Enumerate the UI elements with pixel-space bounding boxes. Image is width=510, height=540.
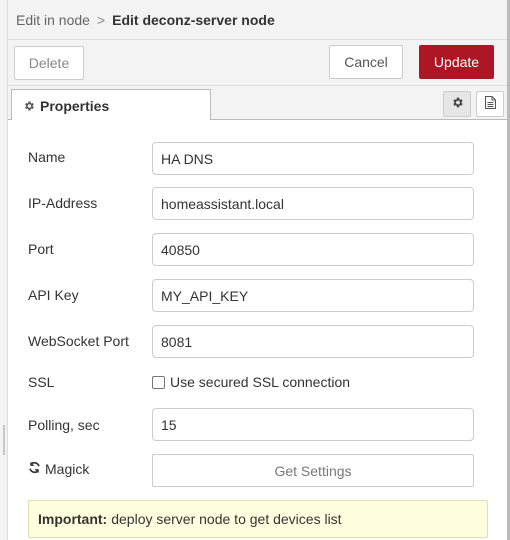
- ssl-checkbox[interactable]: [152, 375, 165, 389]
- port-input[interactable]: 40850: [152, 233, 474, 266]
- notice-text: deploy server node to get devices list: [111, 511, 342, 527]
- tab-bar: Properties: [8, 86, 507, 121]
- breadcrumb-separator: >: [96, 11, 106, 28]
- websocket-port-label: WebSocket Port: [28, 333, 129, 349]
- breadcrumb-parent[interactable]: Edit in node: [16, 12, 90, 28]
- settings-tab-button[interactable]: [443, 91, 471, 117]
- tray-header: Edit in node > Edit deconz-server node: [8, 0, 507, 40]
- magick-label-text: Magick: [45, 461, 90, 477]
- properties-panel: Name HA DNS IP-Address homeassistant.loc…: [8, 120, 507, 540]
- api-key-label: API Key: [28, 287, 79, 303]
- left-edge: [0, 0, 8, 540]
- api-key-input[interactable]: MY_API_KEY: [152, 279, 474, 312]
- refresh-icon: [28, 461, 45, 477]
- document-icon: [484, 96, 496, 112]
- magick-label: Magick: [28, 461, 89, 477]
- ip-address-label: IP-Address: [28, 195, 98, 211]
- polling-label: Polling, sec: [28, 417, 100, 433]
- tab-properties-label: Properties: [40, 97, 110, 114]
- ssl-checkbox-label[interactable]: Use secured SSL connection: [170, 374, 350, 390]
- websocket-port-input[interactable]: 8081: [152, 325, 474, 358]
- important-notice: Important: deploy server node to get dev…: [28, 500, 488, 538]
- polling-input[interactable]: 15: [152, 408, 474, 441]
- name-label: Name: [28, 149, 66, 165]
- gear-icon: [451, 96, 464, 112]
- port-label: Port: [28, 241, 54, 257]
- resize-handle[interactable]: [3, 425, 5, 455]
- delete-button[interactable]: Delete: [14, 46, 84, 80]
- ssl-checkbox-group[interactable]: Use secured SSL connection: [152, 374, 350, 390]
- update-button[interactable]: Update: [419, 45, 494, 79]
- notice-strong: Important:: [38, 511, 108, 527]
- description-tab-button[interactable]: [476, 91, 504, 117]
- cancel-button[interactable]: Cancel: [329, 45, 403, 79]
- get-settings-button[interactable]: Get Settings: [152, 454, 474, 487]
- tray-toolbar: Delete Cancel Update: [8, 40, 507, 86]
- tab-properties[interactable]: Properties: [11, 89, 211, 121]
- ip-address-input[interactable]: homeassistant.local: [152, 187, 474, 220]
- breadcrumb-current: Edit deconz-server node: [112, 11, 275, 28]
- name-input[interactable]: HA DNS: [152, 142, 474, 175]
- gear-icon: [23, 100, 35, 112]
- ssl-label: SSL: [28, 374, 55, 390]
